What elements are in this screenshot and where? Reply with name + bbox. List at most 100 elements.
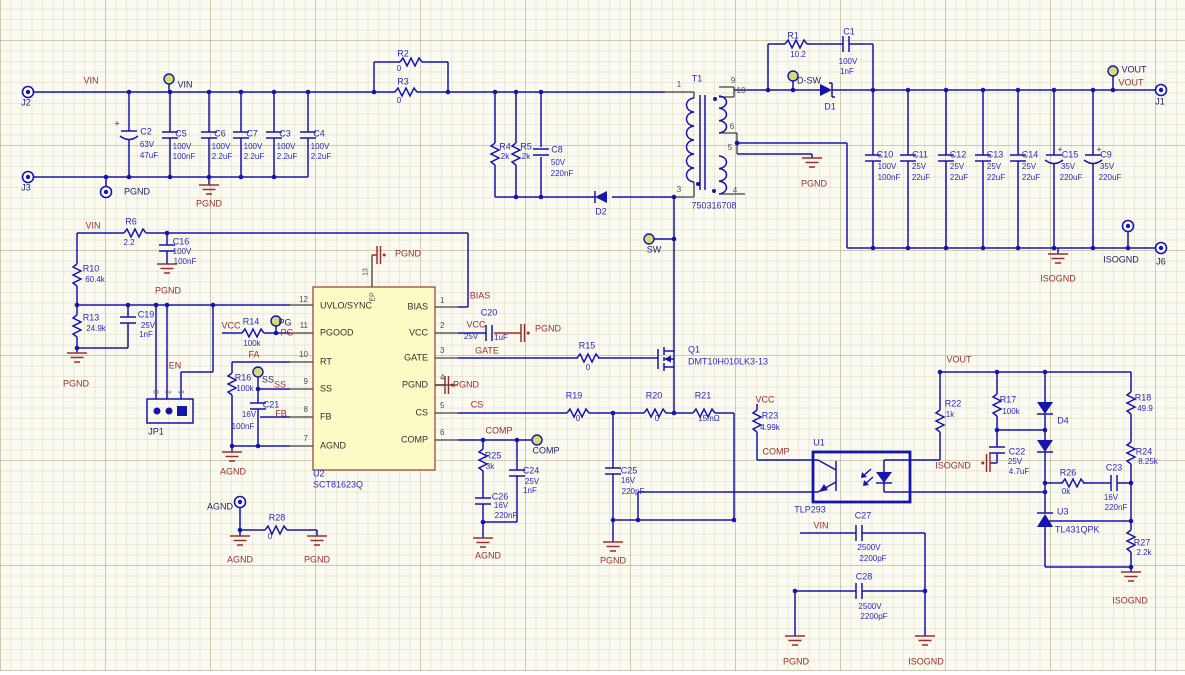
testpoint-comp[interactable] bbox=[532, 435, 542, 445]
capacitor-c25[interactable] bbox=[605, 468, 621, 474]
label-c2: C2 bbox=[140, 128, 152, 137]
label-2200pf: 2200pF bbox=[860, 613, 887, 621]
gnd-pgnd[interactable] bbox=[307, 536, 327, 545]
gnd-pgnd[interactable] bbox=[67, 353, 87, 362]
gnd-pgnd[interactable] bbox=[603, 542, 623, 551]
label-220pf: 220pF bbox=[622, 488, 645, 496]
label-vin: VIN bbox=[813, 522, 828, 531]
mosfet-q1[interactable] bbox=[658, 347, 674, 371]
gnd-agnd[interactable] bbox=[222, 452, 242, 461]
gnd-pgnd[interactable] bbox=[199, 185, 219, 194]
resistor-r10[interactable] bbox=[73, 264, 81, 286]
label-r20: R20 bbox=[646, 392, 663, 401]
label-2k: 2k bbox=[522, 153, 530, 161]
capacitor-c26[interactable] bbox=[475, 498, 491, 504]
resistor-r3[interactable] bbox=[395, 88, 417, 96]
power-bar-isognd[interactable] bbox=[981, 454, 990, 472]
resistor-r6[interactable] bbox=[124, 229, 146, 237]
capacitor-c1[interactable] bbox=[843, 36, 849, 52]
label-1nf: 1nF bbox=[840, 68, 854, 76]
resistor-r5[interactable] bbox=[512, 143, 520, 165]
label-pgnd: PGND bbox=[304, 556, 330, 565]
resistor-r4[interactable] bbox=[491, 143, 499, 165]
capacitor-c19[interactable] bbox=[120, 317, 136, 323]
label-vcc: VCC bbox=[409, 329, 428, 338]
label-0: 0 bbox=[268, 533, 272, 541]
label-vcc: VCC bbox=[755, 396, 774, 405]
capacitor-c2[interactable] bbox=[120, 131, 138, 140]
testpoint-sw[interactable] bbox=[644, 234, 654, 244]
gnd-isognd[interactable] bbox=[1048, 254, 1068, 263]
ic-u2[interactable] bbox=[290, 255, 458, 470]
label-c7: C7 bbox=[246, 130, 258, 139]
gnd-isognd[interactable] bbox=[915, 636, 935, 645]
capacitor-c28[interactable] bbox=[856, 583, 862, 599]
capacitor-c27[interactable] bbox=[856, 525, 862, 541]
resistor-r13[interactable] bbox=[73, 315, 81, 337]
label-sw: SW bbox=[647, 246, 662, 255]
label-dmt10h010lk3-13: DMT10H010LK3-13 bbox=[688, 358, 768, 367]
label-pgnd: PGND bbox=[155, 287, 181, 296]
label-d4: D4 bbox=[1057, 417, 1069, 426]
label-1: 1 bbox=[179, 390, 186, 394]
connector-j1[interactable] bbox=[1156, 85, 1167, 96]
gnd-pgnd[interactable] bbox=[785, 636, 805, 645]
schematic-canvas[interactable]: VINVINJ2J3PGNDPGND+C263V47uFC5100V100nFC… bbox=[0, 0, 1185, 671]
label-7: 7 bbox=[304, 435, 308, 443]
label-25v: 25V bbox=[1022, 163, 1036, 171]
capacitor-c8[interactable] bbox=[533, 149, 549, 155]
gnd-agnd[interactable] bbox=[473, 538, 493, 547]
testpoint-vout[interactable] bbox=[1108, 66, 1118, 76]
diode-d2[interactable] bbox=[595, 191, 607, 203]
label-25v: 25V bbox=[525, 478, 539, 486]
capacitor-c23[interactable] bbox=[1111, 475, 1117, 491]
label-tl431qpk: TL431QPK bbox=[1055, 526, 1100, 535]
power-bar-pgnd[interactable] bbox=[521, 324, 530, 342]
capacitor-c22[interactable] bbox=[989, 447, 1005, 453]
label-d1: D1 bbox=[824, 103, 836, 112]
label-vout: VOUT bbox=[1118, 79, 1143, 88]
diode-d4a[interactable] bbox=[1037, 402, 1053, 414]
label-pgnd: PGND bbox=[453, 381, 479, 390]
capacitor-c20[interactable] bbox=[486, 325, 492, 341]
resistor-r22[interactable] bbox=[936, 410, 944, 432]
resistor-r2[interactable] bbox=[400, 58, 422, 66]
resistor-r26[interactable] bbox=[1062, 479, 1084, 487]
testpoint-isognd[interactable] bbox=[1123, 221, 1134, 232]
connector-j3[interactable] bbox=[23, 172, 34, 183]
connector-j2[interactable] bbox=[23, 87, 34, 98]
label-pgnd: PGND bbox=[535, 325, 561, 334]
resistor-r15[interactable] bbox=[577, 354, 599, 362]
resistor-r14[interactable] bbox=[242, 329, 264, 337]
testpoint-pgnd[interactable] bbox=[101, 187, 112, 198]
label-2-2: 2.2 bbox=[123, 239, 134, 247]
gnd-isognd[interactable] bbox=[1121, 572, 1141, 581]
label-10-2: 10.2 bbox=[790, 51, 806, 59]
shunt-ref-u3[interactable] bbox=[1037, 513, 1053, 527]
header-jp1[interactable] bbox=[147, 399, 193, 423]
resistor-r24[interactable] bbox=[1127, 442, 1135, 464]
label-gate: GATE bbox=[404, 354, 428, 363]
power-bar-pgnd[interactable] bbox=[377, 246, 386, 264]
resistor-r1[interactable] bbox=[785, 40, 807, 48]
label-c25: C25 bbox=[621, 467, 638, 476]
transformer-t1[interactable] bbox=[665, 87, 745, 197]
label-1: 1 bbox=[440, 297, 444, 305]
gnd-pgnd[interactable] bbox=[802, 158, 822, 167]
label-isognd: ISOGND bbox=[1103, 256, 1139, 265]
label-100v: 100V bbox=[311, 143, 330, 151]
label-tlp293: TLP293 bbox=[794, 506, 826, 515]
label-15m-: 15mΩ bbox=[698, 415, 720, 423]
label-vout: VOUT bbox=[946, 356, 971, 365]
label-pgnd: PGND bbox=[395, 250, 421, 259]
connector-j6[interactable] bbox=[1156, 243, 1167, 254]
gnd-agnd[interactable] bbox=[230, 536, 250, 545]
diode-d4b[interactable] bbox=[1037, 440, 1053, 452]
label-c20: C20 bbox=[481, 309, 498, 318]
label-12: 12 bbox=[299, 296, 308, 304]
testpoint-agnd[interactable] bbox=[235, 497, 246, 508]
testpoint-vin[interactable] bbox=[164, 74, 174, 84]
optocoupler-u1[interactable] bbox=[813, 452, 910, 502]
diode-d1[interactable] bbox=[820, 83, 835, 97]
label-fb: FB bbox=[320, 413, 332, 422]
